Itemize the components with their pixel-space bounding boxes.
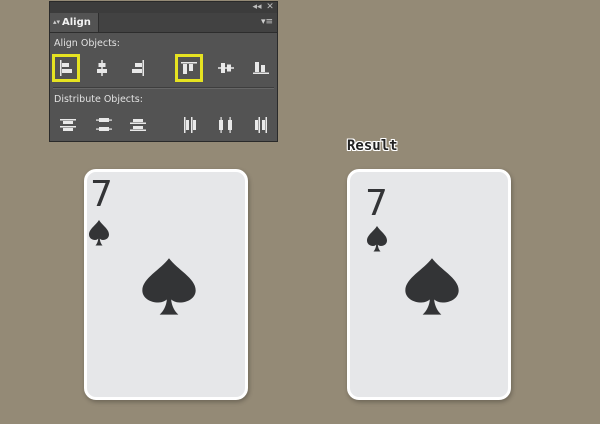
horizontal-align-left-icon [60,60,72,76]
vertical-distribute-bottom-icon [130,119,146,131]
tab-toggle-icon: ▴▾ [53,18,61,26]
card-rank: 7 [365,183,388,224]
horizontal-align-right-icon [132,60,144,76]
horizontal-distribute-center-icon [219,117,232,133]
panel-title-strip: ◂◂ ✕ [50,2,277,13]
vertical-align-bottom-button[interactable] [247,54,275,82]
horizontal-align-center-icon [97,60,107,76]
horizontal-align-right-button[interactable] [124,54,152,82]
card-rank: 7 [90,174,113,215]
vertical-distribute-bottom-button[interactable] [124,111,152,139]
vertical-align-top-icon [181,62,197,74]
horizontal-distribute-left-icon [184,117,196,133]
horizontal-align-center-button[interactable] [88,54,116,82]
vertical-distribute-top-button[interactable] [54,111,82,139]
panel-section-divider [53,87,274,89]
small-spade-icon [89,220,109,246]
distribute-objects-label: Distribute Objects: [54,94,143,105]
vertical-align-center-button[interactable] [212,54,240,82]
collapse-panel-icon[interactable]: ◂◂ [251,2,263,13]
horizontal-distribute-left-button[interactable] [176,111,204,139]
result-label: Result [347,138,398,154]
close-panel-icon[interactable]: ✕ [264,2,276,13]
horizontal-distribute-right-icon [255,117,267,133]
horizontal-distribute-right-button[interactable] [247,111,275,139]
playing-card-before: 7 [84,169,248,400]
tab-align-label: Align [62,17,91,28]
vertical-distribute-center-icon [96,118,112,131]
small-spade-icon [367,226,387,252]
panel-menu-icon[interactable]: ▾≡ [261,16,273,28]
panel-tab-bar: ▴▾ Align ▾≡ [50,13,277,33]
playing-card-result: 7 [347,169,511,400]
horizontal-align-left-button[interactable] [52,54,80,82]
tab-align[interactable]: ▴▾ Align [50,13,99,32]
vertical-distribute-center-button[interactable] [90,111,118,139]
vertical-align-center-icon [218,63,234,73]
large-spade-icon [142,258,196,315]
align-panel: ◂◂ ✕ ▴▾ Align ▾≡ Align Objects: Distribu… [49,1,278,142]
large-spade-icon [405,258,459,315]
vertical-distribute-top-icon [60,119,76,131]
vertical-align-bottom-icon [253,62,269,74]
vertical-align-top-button[interactable] [175,54,203,82]
align-objects-label: Align Objects: [54,38,120,49]
horizontal-distribute-center-button[interactable] [212,111,240,139]
